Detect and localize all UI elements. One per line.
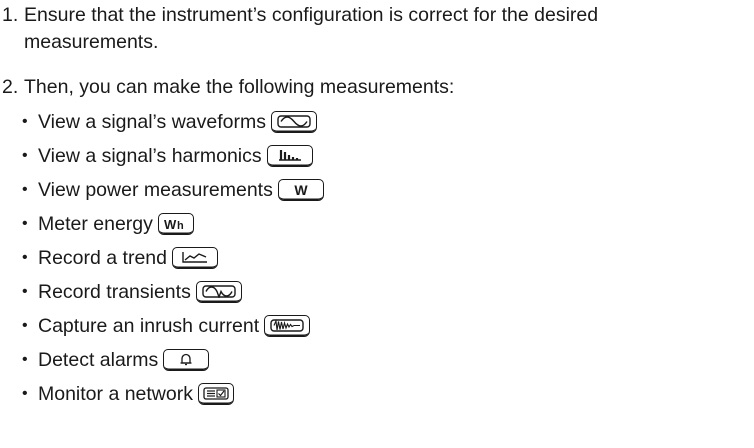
list-item: • Meter energy W h (22, 207, 324, 241)
monitor-network-key-icon (197, 383, 234, 405)
list-item: • Capture an inrush current (22, 309, 324, 343)
list-item: • Record a trend (22, 241, 324, 275)
list-item: • Record transients (22, 275, 324, 309)
step-text: Then, you can make the following measure… (24, 76, 455, 98)
bullet: • (22, 113, 28, 130)
instructions-page: 1. Ensure that the instrument’s configur… (0, 0, 754, 448)
list-item-label: Record a trend (38, 247, 167, 269)
bullet: • (22, 181, 28, 198)
key-label-h: h (177, 220, 184, 231)
bullet: • (22, 147, 28, 164)
step-number: 1. (2, 4, 19, 26)
list-item: • View a signal’s harmonics (22, 139, 324, 173)
list-item: • Detect alarms (22, 343, 324, 377)
bullet: • (22, 249, 28, 266)
energy-wh-key-icon: W h (157, 213, 194, 235)
transients-key-icon (195, 281, 242, 303)
key-label-w: W (164, 217, 177, 231)
power-w-key-icon: W (277, 179, 324, 201)
key-label: W (294, 183, 308, 197)
list-item-label: View a signal’s waveforms (38, 111, 266, 133)
list-item-label: Capture an inrush current (38, 315, 260, 337)
trend-key-icon (172, 247, 218, 269)
list-item: • View a signal’s waveforms (22, 105, 324, 139)
list-item: • Monitor a network (22, 377, 324, 411)
step-text-line: Ensure that the instrument’s configurati… (24, 4, 599, 26)
list-item-label: Monitor a network (38, 383, 193, 405)
list-item-label: Detect alarms (38, 349, 159, 371)
list-item: • View power measurements W (22, 173, 324, 207)
inrush-key-icon (264, 315, 311, 337)
bullet: • (22, 317, 28, 334)
list-item-label: View power measurements (38, 179, 273, 201)
waveform-key-icon (270, 111, 317, 133)
bullet: • (22, 283, 28, 300)
step-number: 2. (2, 76, 19, 98)
bullet: • (22, 215, 28, 232)
alarm-bell-key-icon (163, 349, 210, 371)
measurement-list: • View a signal’s waveforms • View a sig… (22, 105, 324, 411)
bullet: • (22, 351, 28, 368)
harmonics-key-icon (266, 145, 313, 167)
step-text: Ensure that the instrument’s configurati… (24, 2, 744, 56)
step-text-line: measurements. (24, 31, 159, 53)
bullet: • (22, 385, 28, 402)
list-item-label: Meter energy (38, 213, 153, 235)
list-item-label: View a signal’s harmonics (38, 145, 262, 167)
list-item-label: Record transients (38, 281, 191, 303)
